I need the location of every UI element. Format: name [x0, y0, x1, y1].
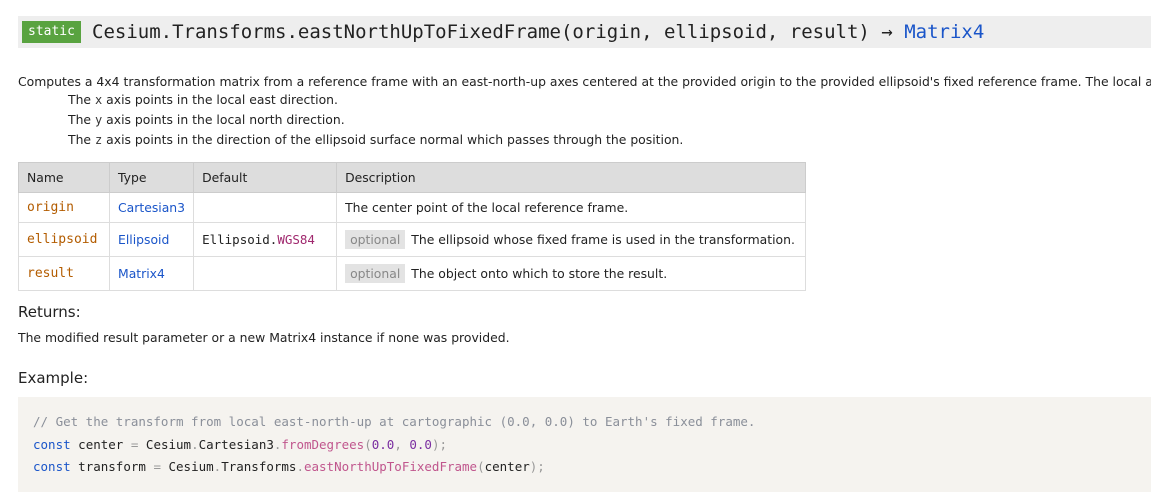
axes-list: The x axis points in the local east dire…	[68, 90, 683, 150]
optional-badge: optional	[345, 264, 406, 283]
param-type-link[interactable]: Cartesian3	[118, 200, 185, 215]
table-row: result Matrix4 optional The object onto w…	[18, 256, 807, 291]
header-description: Description	[336, 162, 807, 193]
optional-badge: optional	[345, 230, 406, 249]
param-name: origin	[18, 192, 110, 223]
param-default: Ellipsoid.WGS84	[193, 222, 338, 257]
table-row: origin Cartesian3 The center point of th…	[18, 192, 807, 223]
method-description: Computes a 4x4 transformation matrix fro…	[18, 74, 1151, 89]
returns-description: The modified result parameter or a new M…	[18, 330, 510, 345]
axis-z-item: The z axis points in the direction of th…	[68, 132, 684, 147]
parameters-table: Name Type Default Description origin Car…	[18, 162, 807, 291]
param-description: optional The object onto which to store t…	[336, 256, 807, 291]
code-line: const center = Cesium.Cartesian3.fromDeg…	[33, 436, 448, 452]
param-name: ellipsoid	[18, 222, 110, 257]
table-row: ellipsoid Ellipsoid Ellipsoid.WGS84 opti…	[18, 222, 807, 257]
example-heading: Example:	[18, 369, 89, 387]
param-description: The center point of the local reference …	[336, 192, 807, 223]
return-arrow-icon: →	[881, 21, 893, 43]
header-name: Name	[18, 162, 110, 193]
param-type-link[interactable]: Matrix4	[118, 266, 165, 281]
returns-heading: Returns:	[18, 303, 81, 321]
header-default: Default	[193, 162, 338, 193]
signature-bar: static Cesium.Transforms.eastNorthUpToFi…	[18, 16, 1151, 48]
code-comment: // Get the transform from local east-nor…	[33, 414, 756, 429]
param-type-link[interactable]: Ellipsoid	[118, 232, 169, 247]
param-name: result	[18, 256, 110, 291]
code-line: const transform = Cesium.Transforms.east…	[33, 459, 545, 474]
method-signature: Cesium.Transforms.eastNorthUpToFixedFram…	[92, 19, 984, 45]
axis-x-item: The x axis points in the local east dire…	[68, 92, 338, 107]
param-default	[193, 192, 338, 223]
return-type-link[interactable]: Matrix4	[904, 21, 984, 43]
table-header-row: Name Type Default Description	[18, 162, 807, 193]
static-badge: static	[22, 21, 81, 43]
axis-y-item: The y axis points in the local north dir…	[68, 112, 345, 127]
header-type: Type	[108, 162, 195, 193]
method-name: Cesium.Transforms.eastNorthUpToFixedFram…	[92, 21, 870, 43]
example-code-block: // Get the transform from local east-nor…	[18, 397, 1151, 492]
param-default	[193, 256, 338, 291]
param-description: optional The ellipsoid whose fixed frame …	[336, 222, 807, 257]
